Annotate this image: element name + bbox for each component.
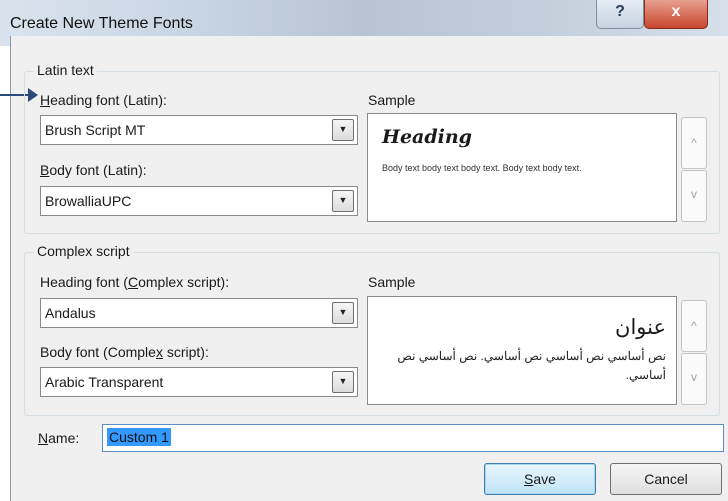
dialog-title: Create New Theme Fonts	[10, 15, 193, 32]
help-icon: ?	[615, 3, 625, 20]
latin-heading-font-select[interactable]: Brush Script MT ▼	[40, 115, 358, 145]
latin-heading-font-label: Heading font (Latin):	[40, 92, 167, 108]
complex-sample-body: نص أساسي نص أساسي نص أساسي. نص أساسي نص …	[397, 349, 666, 382]
latin-body-font-select[interactable]: BrowalliaUPC ▼	[40, 186, 358, 216]
dropdown-arrow-button[interactable]: ▼	[332, 119, 354, 141]
complex-sample-scroll-down[interactable]: v	[681, 353, 707, 405]
name-label: Name:	[38, 430, 80, 446]
close-icon: x	[671, 3, 681, 20]
chevron-down-icon: ▼	[338, 307, 348, 317]
chevron-down-icon: ▼	[338, 124, 348, 134]
complex-sample-scroll-up[interactable]: ^	[681, 300, 707, 352]
latin-sample-label: Sample	[368, 92, 416, 108]
complex-body-font-label: Body font (Complex script):	[40, 344, 209, 360]
complex-heading-font-label: Heading font (Complex script):	[40, 274, 230, 290]
chevron-down-icon: ▼	[338, 195, 348, 205]
complex-sample-heading: عنوان	[615, 315, 666, 339]
complex-group-title: Complex script	[34, 243, 133, 259]
chevron-up-icon: ^	[691, 319, 697, 333]
latin-group-title: Latin text	[34, 62, 97, 78]
latin-sample-body: Body text body text body text. Body text…	[382, 163, 582, 173]
cancel-button[interactable]: Cancel	[610, 463, 722, 495]
chevron-down-icon: ▼	[338, 376, 348, 386]
chevron-down-icon: v	[691, 370, 697, 384]
latin-sample-heading: Heading	[382, 126, 472, 148]
latin-sample-scroll-up[interactable]: ^	[681, 117, 707, 169]
dropdown-arrow-button[interactable]: ▼	[332, 190, 354, 212]
complex-sample-preview: عنوان نص أساسي نص أساسي نص أساسي. نص أسا…	[367, 296, 677, 405]
help-button[interactable]: ?	[596, 0, 644, 29]
complex-body-font-select[interactable]: Arabic Transparent ▼	[40, 367, 358, 397]
latin-sample-scroll-down[interactable]: v	[681, 170, 707, 222]
name-input-value: Custom 1	[107, 428, 171, 446]
complex-sample-label: Sample	[368, 274, 416, 290]
dropdown-arrow-button[interactable]: ▼	[332, 371, 354, 393]
chevron-down-icon: v	[691, 187, 697, 201]
save-button[interactable]: Save	[484, 463, 596, 495]
latin-sample-preview: Heading Body text body text body text. B…	[367, 113, 677, 222]
dropdown-arrow-button[interactable]: ▼	[332, 302, 354, 324]
chevron-up-icon: ^	[691, 136, 697, 150]
name-input[interactable]: Custom 1	[102, 424, 724, 452]
latin-body-font-label: Body font (Latin):	[40, 162, 147, 178]
complex-heading-font-select[interactable]: Andalus ▼	[40, 298, 358, 328]
close-button[interactable]: x	[644, 0, 708, 29]
